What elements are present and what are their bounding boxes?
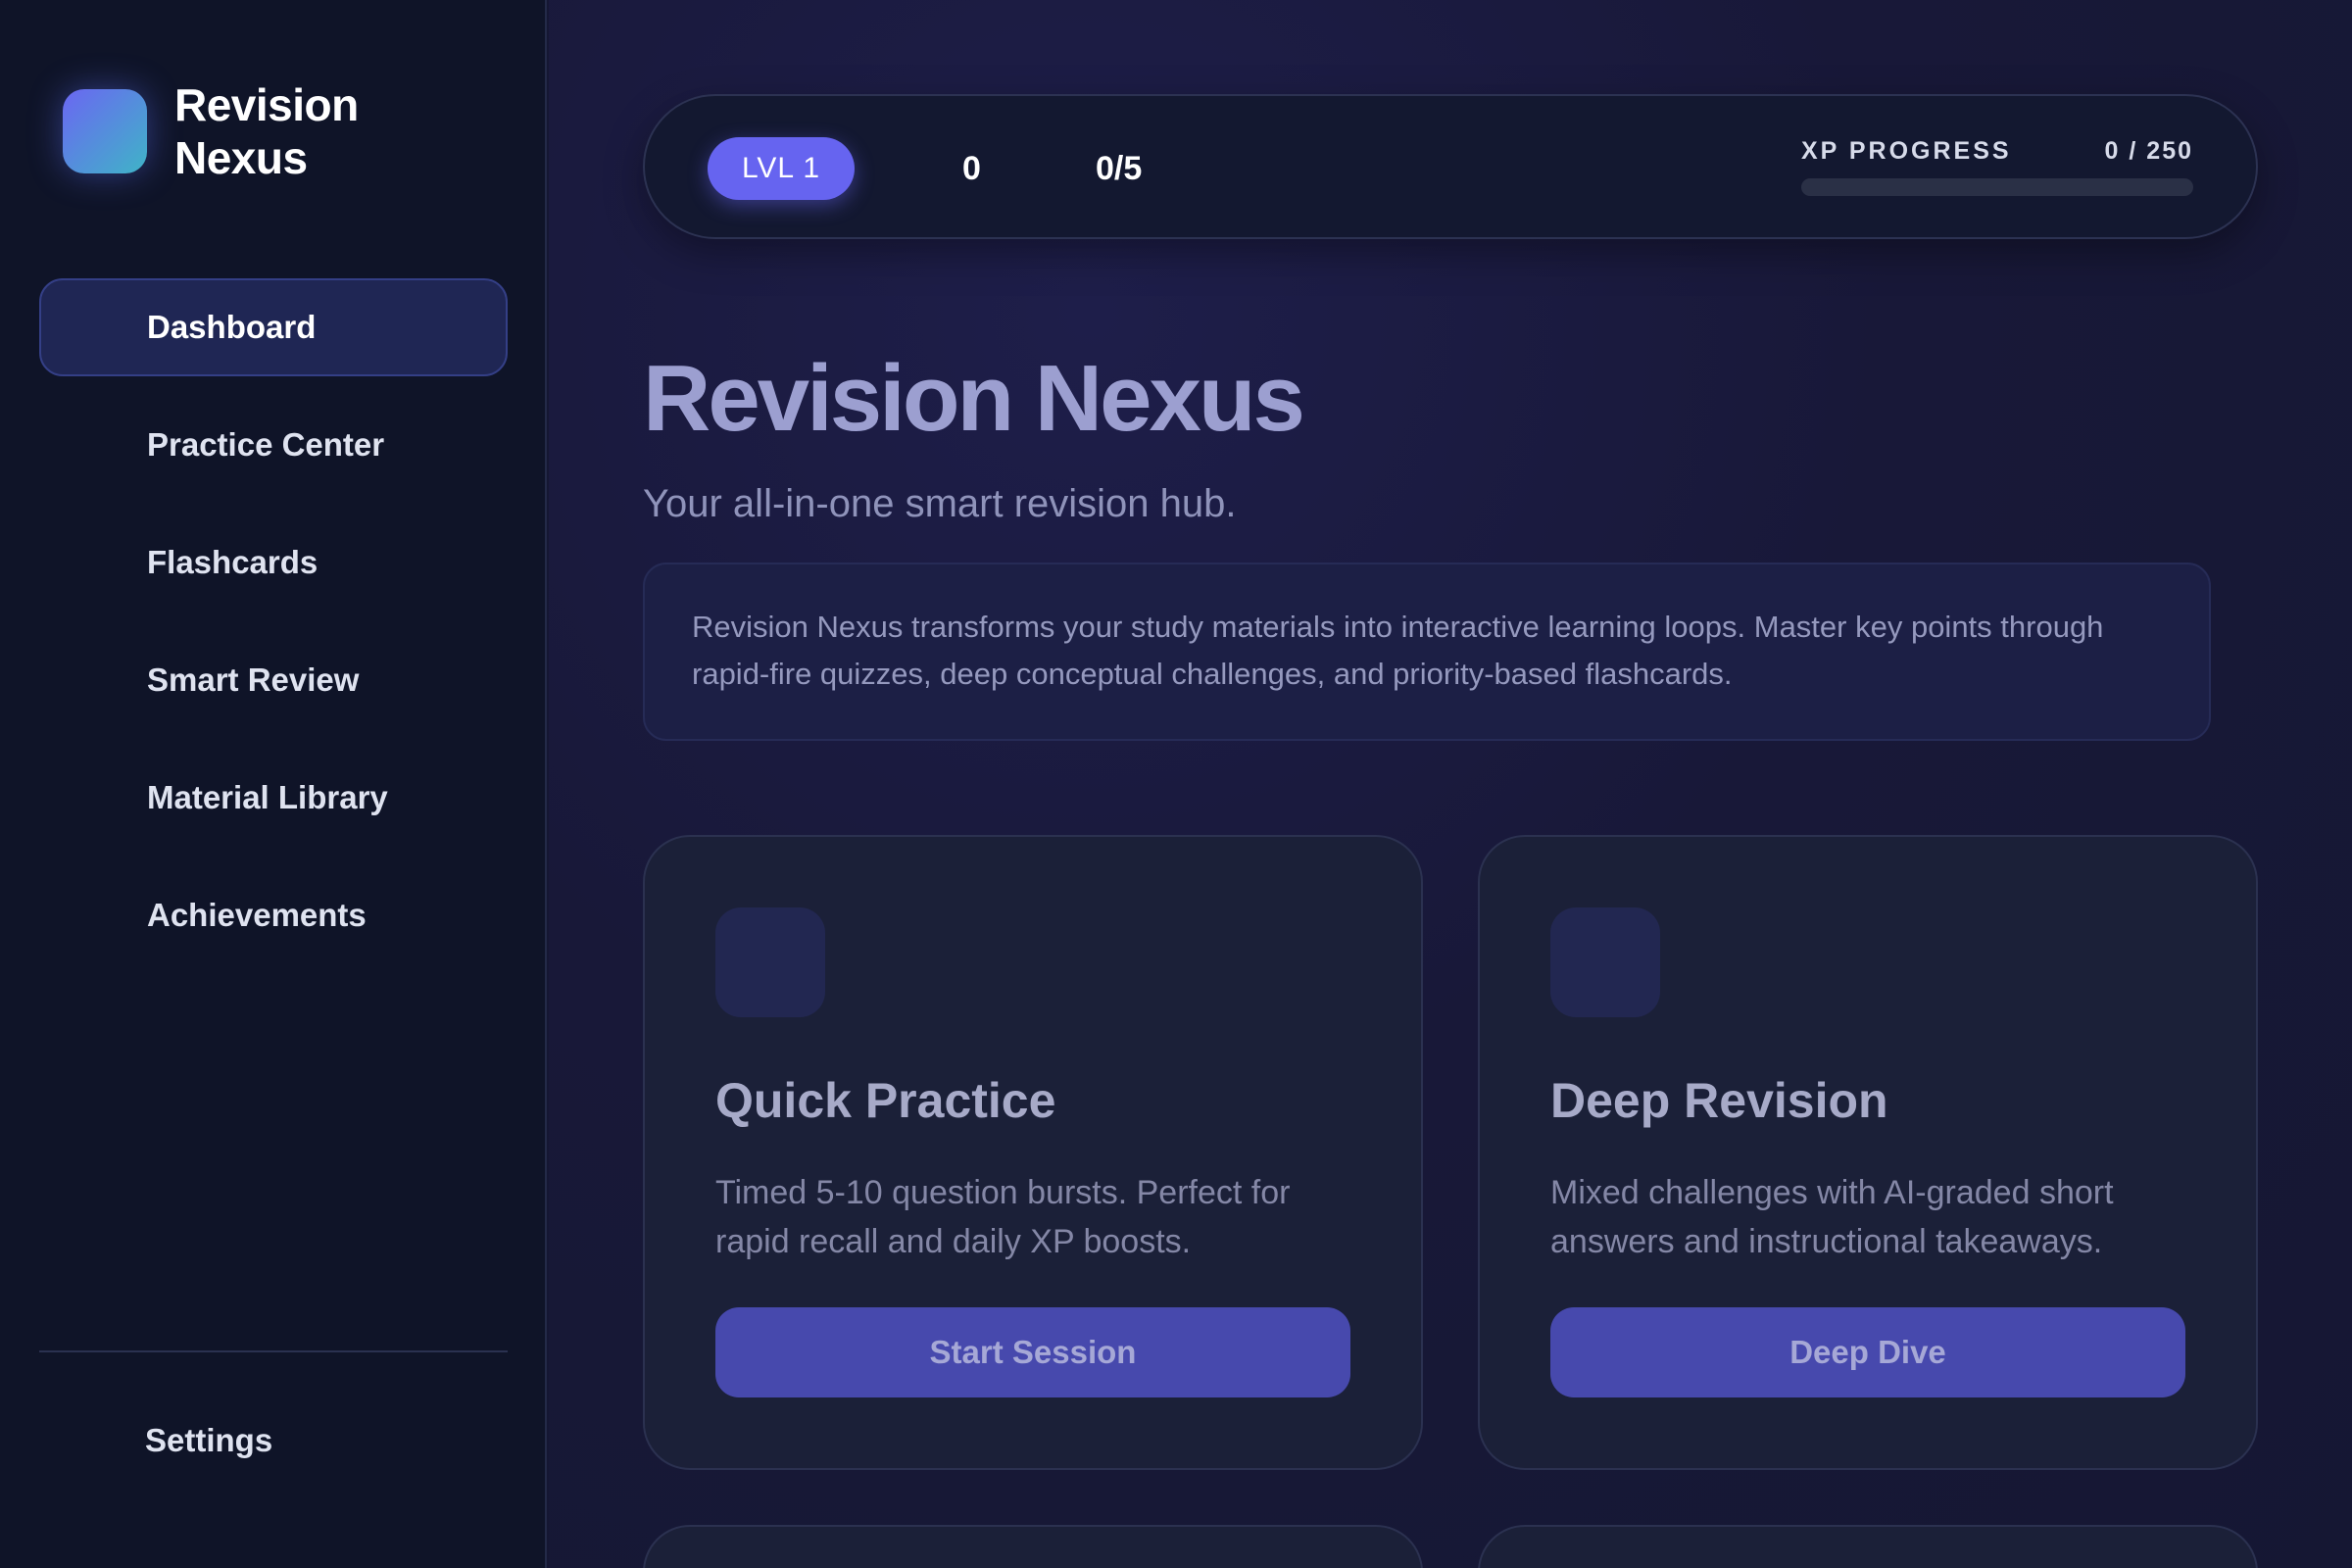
xp-progress-label: XP PROGRESS bbox=[1801, 137, 2012, 165]
level-badge: LVL 1 bbox=[708, 137, 855, 200]
brand[interactable]: Revision Nexus bbox=[63, 78, 410, 184]
xp-progress-value: 0 / 250 bbox=[2104, 137, 2193, 165]
app-root: Revision Nexus Dashboard Practice Center… bbox=[0, 0, 2352, 1568]
start-session-button[interactable]: Start Session bbox=[715, 1307, 1350, 1397]
card-description: Mixed challenges with AI-graded short an… bbox=[1550, 1174, 2114, 1260]
sidebar: Revision Nexus Dashboard Practice Center… bbox=[0, 0, 547, 1568]
deep-revision-icon bbox=[1550, 907, 1660, 1017]
intro-description: Revision Nexus transforms your study mat… bbox=[643, 563, 2211, 741]
sidebar-item-material-library[interactable]: Material Library bbox=[39, 749, 508, 847]
score-counter: 0 bbox=[962, 149, 981, 187]
card-title: Quick Practice bbox=[715, 1073, 1056, 1128]
feature-card-partial bbox=[643, 1525, 1423, 1568]
brand-name: Revision Nexus bbox=[174, 79, 359, 183]
stats-topbar: LVL 1 0 0/5 XP PROGRESS 0 / 250 bbox=[643, 94, 2258, 239]
main-content: LVL 1 0 0/5 XP PROGRESS 0 / 250 Revision… bbox=[549, 0, 2352, 1568]
sidebar-nav: Dashboard Practice Center Flashcards Sma… bbox=[39, 278, 508, 984]
sidebar-item-achievements[interactable]: Achievements bbox=[39, 866, 508, 964]
quick-practice-card: Quick Practice Timed 5-10 question burst… bbox=[643, 835, 1423, 1470]
sidebar-item-dashboard[interactable]: Dashboard bbox=[39, 278, 508, 376]
deep-dive-button[interactable]: Deep Dive bbox=[1550, 1307, 2185, 1397]
brand-logo-icon bbox=[63, 89, 147, 173]
sidebar-item-settings[interactable]: Settings bbox=[39, 1392, 508, 1490]
sidebar-item-practice-center[interactable]: Practice Center bbox=[39, 396, 508, 494]
sidebar-divider bbox=[39, 1350, 508, 1352]
deep-revision-card: Deep Revision Mixed challenges with AI-g… bbox=[1478, 835, 2258, 1470]
page-subtitle: Your all-in-one smart revision hub. bbox=[643, 482, 1237, 525]
sidebar-item-smart-review[interactable]: Smart Review bbox=[39, 631, 508, 729]
xp-progress-bar bbox=[1801, 178, 2193, 196]
daily-goal-counter: 0/5 bbox=[1096, 149, 1143, 187]
feature-card-partial bbox=[1478, 1525, 2258, 1568]
card-description: Timed 5-10 question bursts. Perfect for … bbox=[715, 1174, 1291, 1260]
page-title: Revision Nexus bbox=[643, 346, 1305, 451]
quick-practice-icon bbox=[715, 907, 825, 1017]
card-title: Deep Revision bbox=[1550, 1073, 1888, 1128]
sidebar-item-flashcards[interactable]: Flashcards bbox=[39, 514, 508, 612]
